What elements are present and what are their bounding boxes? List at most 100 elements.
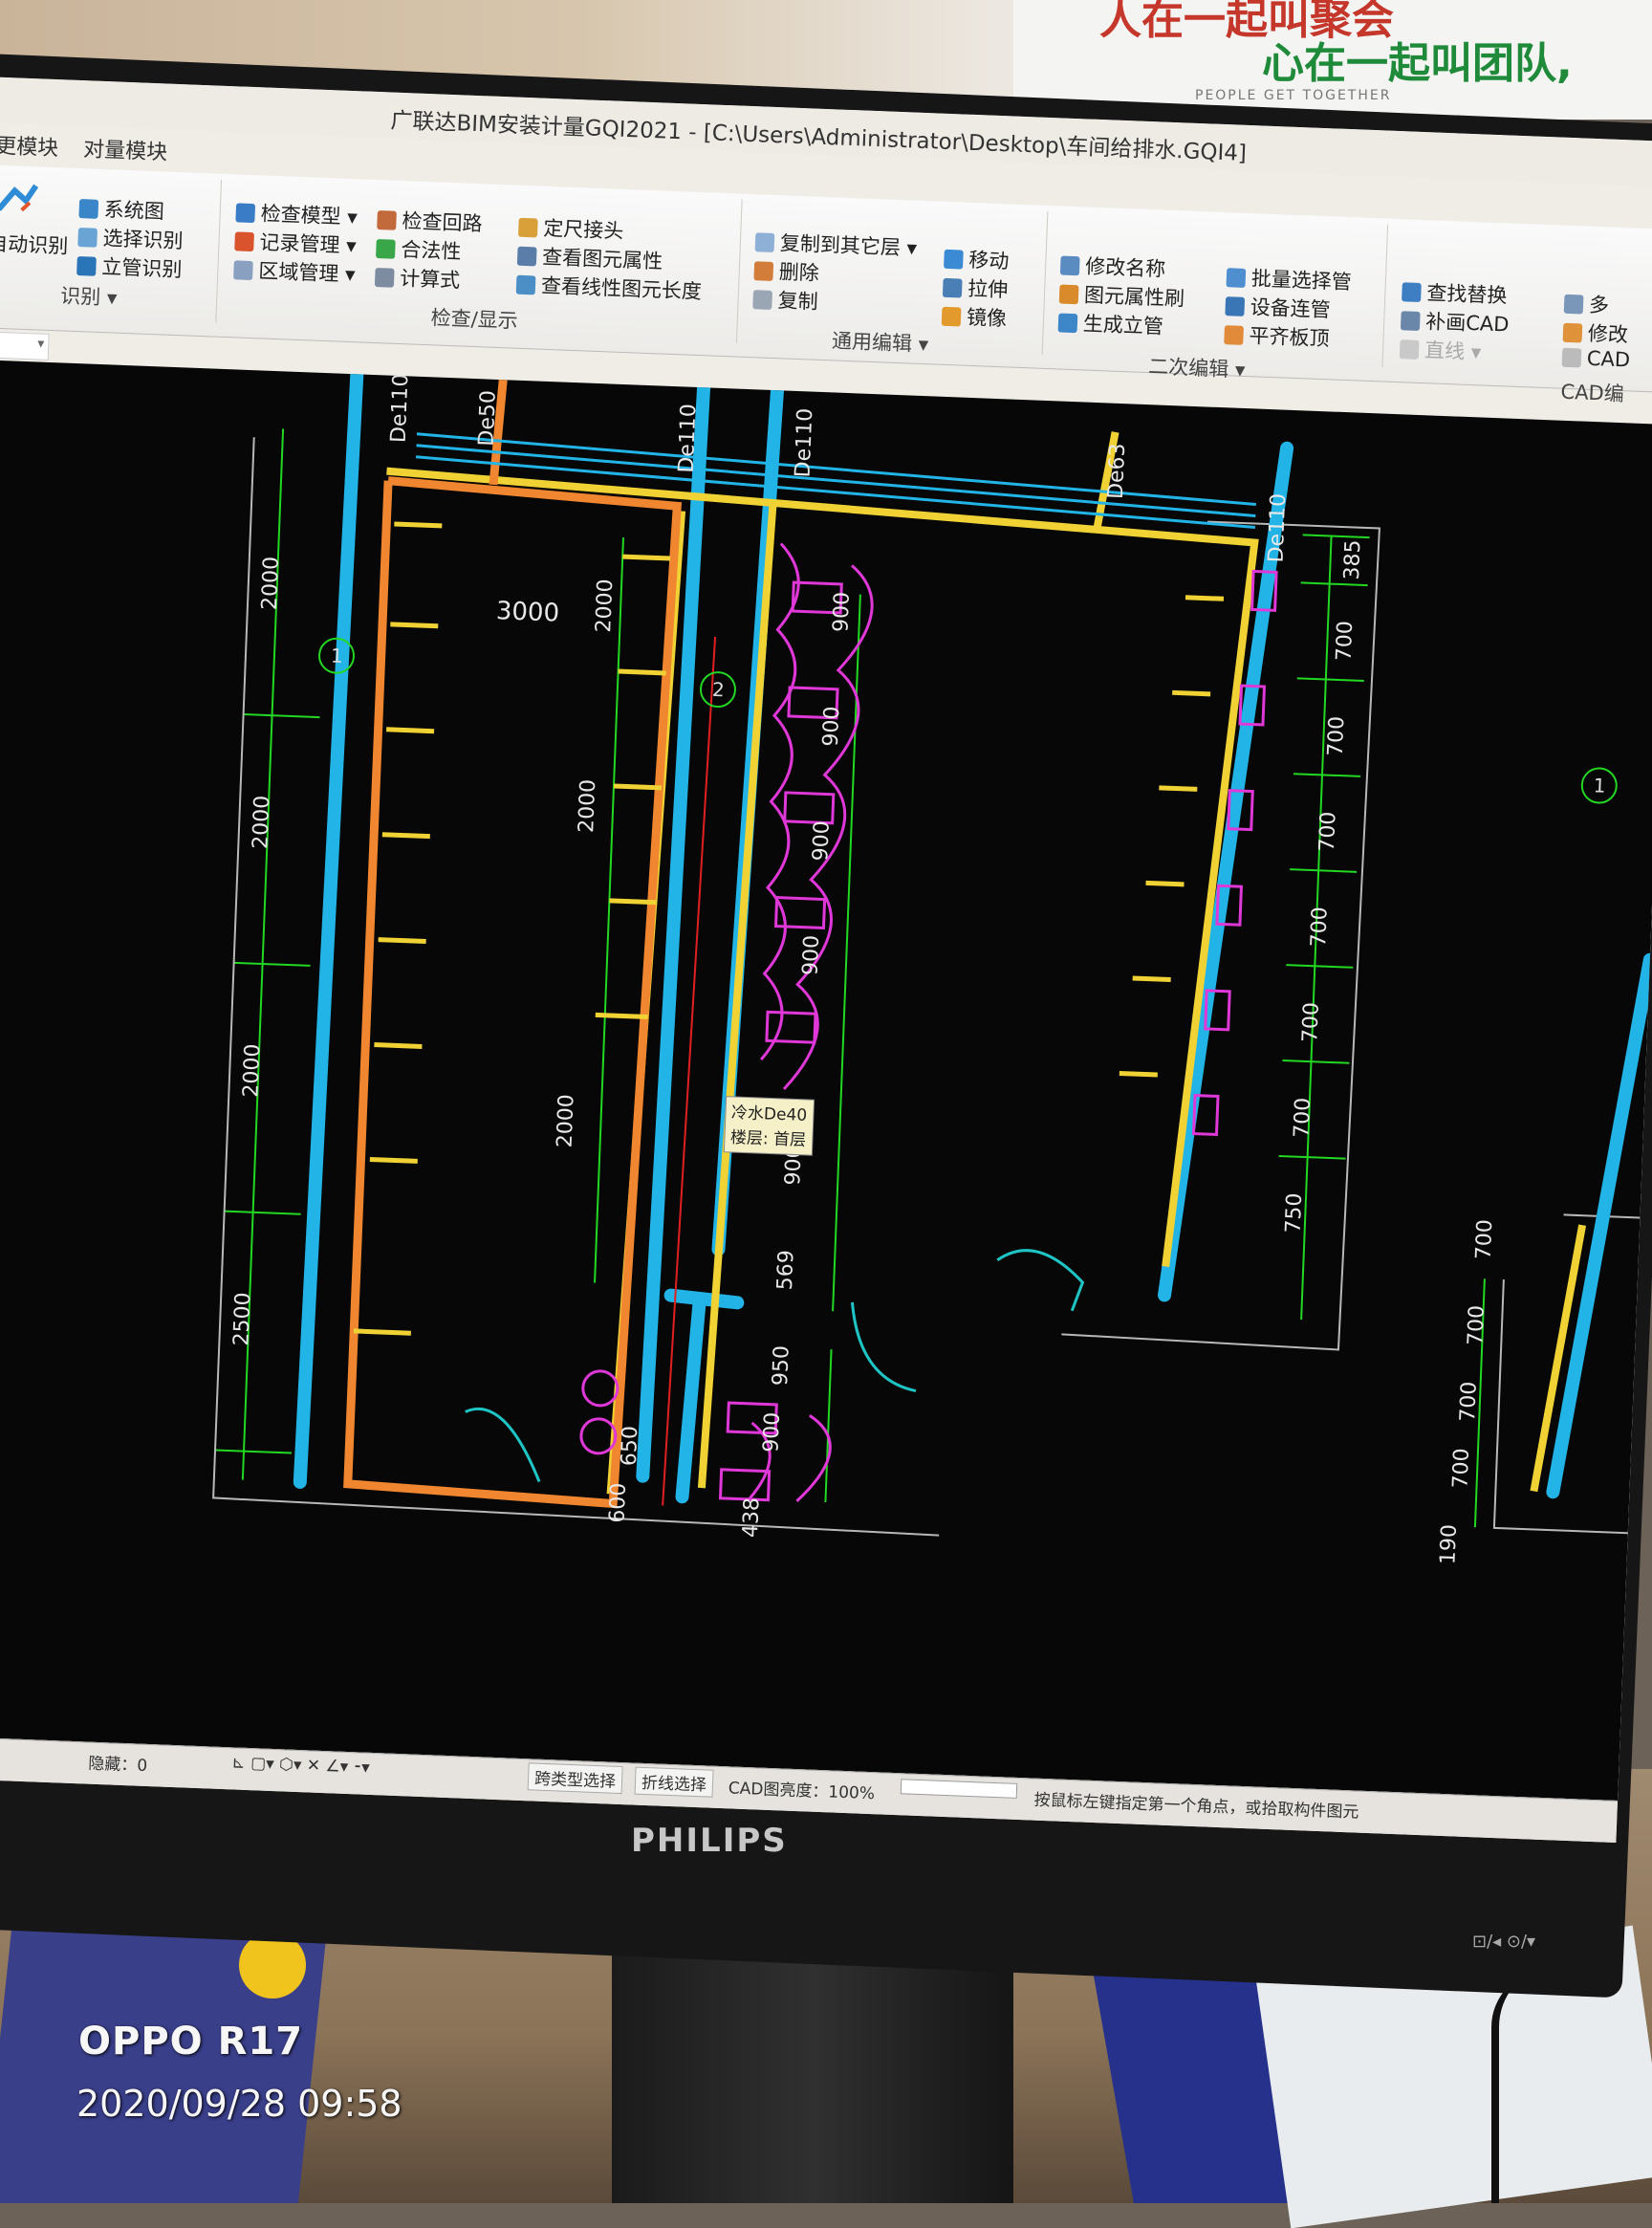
auto-identify-icon bbox=[0, 181, 40, 217]
pipe-tooltip: 冷水De40 楼层: 首层 bbox=[723, 1096, 815, 1156]
mirror-button[interactable]: 镜像 bbox=[941, 301, 1008, 333]
dimension-label: 700 bbox=[1464, 1305, 1489, 1346]
line-label: 直线 ▾ bbox=[1424, 339, 1482, 364]
dimension-label: 2000 bbox=[258, 557, 284, 611]
system-diagram-button[interactable]: 系统图 bbox=[78, 193, 164, 225]
pipe-label: De50 bbox=[475, 390, 501, 447]
axis-marker-1: 1 bbox=[331, 644, 344, 667]
area-management-button[interactable]: 区域管理 ▾ bbox=[233, 254, 356, 288]
flush-icon bbox=[1224, 325, 1244, 345]
eraser-icon bbox=[753, 261, 774, 281]
dimension-label: 900 bbox=[819, 706, 845, 747]
copy-button[interactable]: 复制 bbox=[752, 284, 818, 316]
joint-icon bbox=[517, 217, 538, 238]
wall-outlines bbox=[212, 437, 1641, 1537]
check-model-label: 检查模型 ▾ bbox=[260, 202, 359, 229]
fixed-joint-label: 定尺接头 bbox=[542, 216, 624, 243]
polyline-select-button[interactable]: 折线选择 bbox=[634, 1766, 714, 1798]
fixed-joint-button[interactable]: 定尺接头 bbox=[517, 212, 624, 245]
flush-slab-top-button[interactable]: 平齐板顶 bbox=[1224, 319, 1330, 352]
poster-line-2: 心在一起叫团队, bbox=[1262, 39, 1573, 88]
pipe-label: De110 bbox=[675, 404, 702, 473]
loop-icon bbox=[377, 210, 397, 230]
monitor-brand-logo: PHILIPS bbox=[631, 1822, 788, 1860]
cable bbox=[1491, 1970, 1652, 2203]
batch-select-icon bbox=[1226, 268, 1247, 288]
move-button[interactable]: 移动 bbox=[944, 244, 1010, 275]
dimension-label: 700 bbox=[1448, 1448, 1474, 1489]
axis-marker-3: 1 bbox=[1593, 774, 1606, 797]
cad-edit-group-label: CAD编 bbox=[1560, 380, 1625, 406]
dimension-label: 750 bbox=[1282, 1192, 1308, 1234]
formula-button[interactable]: 计算式 bbox=[374, 262, 461, 294]
pencil-icon bbox=[1400, 311, 1421, 331]
check-loop-button[interactable]: 检查回路 bbox=[377, 205, 483, 237]
dimension-label: 2000 bbox=[575, 778, 600, 833]
mirror-icon bbox=[941, 306, 962, 327]
area-icon bbox=[233, 260, 253, 281]
monitor-bezel-buttons[interactable]: ⊡/◂ ⊙/▾ bbox=[1472, 1932, 1535, 1952]
auto-identify-button[interactable]: 自动识别 bbox=[0, 228, 69, 259]
drain-pipes bbox=[386, 431, 1587, 1495]
more-button[interactable]: 多 bbox=[1563, 289, 1610, 319]
system-diagram-icon bbox=[78, 199, 99, 219]
tab-module[interactable]: 更模块 bbox=[0, 129, 59, 163]
delete-label: 删除 bbox=[778, 260, 820, 285]
add-cad-button[interactable]: 补画CAD bbox=[1400, 305, 1510, 338]
dimension-label: 700 bbox=[1456, 1381, 1482, 1422]
dimension-label: 2000 bbox=[249, 795, 274, 849]
mirror-label: 镜像 bbox=[966, 305, 1008, 331]
select-identify-label: 选择识别 bbox=[102, 227, 185, 253]
generate-riser-button[interactable]: 生成立管 bbox=[1057, 307, 1163, 339]
delete-button[interactable]: 删除 bbox=[753, 255, 819, 287]
dimension-label: 700 bbox=[1315, 811, 1341, 852]
rename-label: 修改名称 bbox=[1084, 254, 1166, 281]
equipment-pipe-button[interactable]: 设备连管 bbox=[1225, 291, 1331, 323]
find-replace-button[interactable]: 查找替换 bbox=[1402, 276, 1508, 309]
dimension-label: 438 bbox=[739, 1497, 765, 1539]
tooltip-line-1: 冷水De40 bbox=[731, 1103, 808, 1125]
axis-markers bbox=[318, 637, 1618, 804]
general-edit-group-label[interactable]: 通用编辑 ▾ bbox=[832, 325, 929, 358]
rename-button[interactable]: 修改名称 bbox=[1059, 251, 1166, 283]
identify-group-label[interactable]: 识别 ▾ bbox=[60, 280, 118, 311]
stretch-button[interactable]: 拉伸 bbox=[942, 273, 1009, 304]
riser-identify-button[interactable]: 立管识别 bbox=[76, 251, 183, 283]
move-icon bbox=[944, 249, 964, 270]
cad-drawing[interactable]: 1 2 1 3000 De110 De50 De110 De110 De63 D… bbox=[0, 360, 1652, 1801]
dimension-label: 2000 bbox=[239, 1043, 265, 1098]
pipe-label: De110 bbox=[1264, 492, 1291, 562]
check-model-button[interactable]: 检查模型 ▾ bbox=[235, 197, 358, 230]
flush-slab-top-label: 平齐板顶 bbox=[1249, 324, 1330, 351]
record-management-button[interactable]: 记录管理 ▾ bbox=[234, 226, 357, 259]
equipment-icon bbox=[1225, 296, 1246, 317]
dimension-label: 700 bbox=[1333, 621, 1359, 662]
legality-button[interactable]: 合法性 bbox=[376, 233, 462, 265]
select-identify-button[interactable]: 选择识别 bbox=[77, 222, 184, 254]
tab-reconcile-module[interactable]: 对量模块 bbox=[83, 132, 168, 165]
dimension-lines bbox=[214, 428, 1486, 1528]
cad-label: CAD bbox=[1586, 346, 1631, 372]
dimension-label: 700 bbox=[1472, 1219, 1498, 1260]
copy-label: 复制 bbox=[777, 289, 819, 314]
pipe-label: De110 bbox=[387, 373, 414, 443]
select-identify-icon bbox=[77, 228, 98, 248]
cross-type-select-button[interactable]: 跨类型选择 bbox=[527, 1762, 623, 1795]
modify-button[interactable]: 修改 bbox=[1562, 317, 1628, 349]
dimension-label: 2000 bbox=[553, 1094, 578, 1148]
secondary-edit-group-label[interactable]: 二次编辑 ▾ bbox=[1148, 351, 1246, 383]
axis-marker-2: 2 bbox=[712, 678, 726, 701]
cad-button[interactable]: CAD bbox=[1561, 346, 1631, 372]
more-label: 多 bbox=[1588, 293, 1610, 317]
chevron-down-icon: ▾ bbox=[36, 336, 45, 352]
line-button[interactable]: 直线 ▾ bbox=[1399, 334, 1482, 365]
multi-icon bbox=[1563, 294, 1584, 315]
view-length-label: 查看线性图元长度 bbox=[540, 273, 703, 304]
attribute-brush-label: 图元属性刷 bbox=[1083, 283, 1185, 311]
layer-dropdown[interactable]: ▾ bbox=[0, 330, 50, 360]
cube-icon bbox=[235, 203, 256, 224]
dimension-label: 900 bbox=[799, 935, 825, 976]
cad-icon bbox=[1561, 347, 1582, 368]
cad-drawing-canvas[interactable]: 1 2 1 3000 De110 De50 De110 De110 De63 D… bbox=[0, 359, 1652, 1802]
dimension-label: 385 bbox=[1340, 539, 1366, 580]
